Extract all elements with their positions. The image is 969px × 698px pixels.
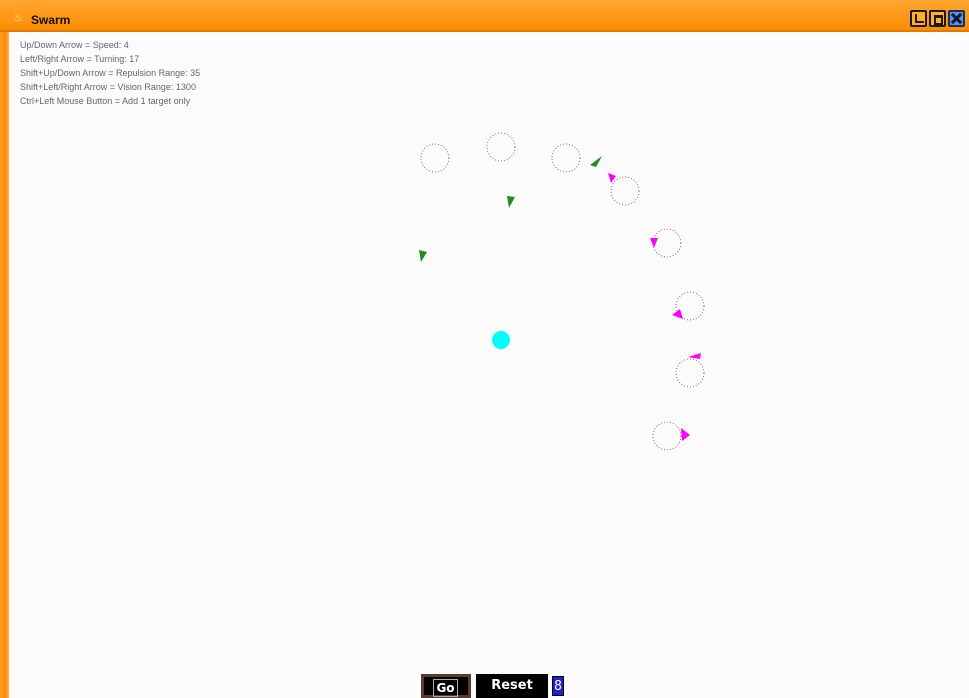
reset-button[interactable]: Reset xyxy=(476,674,548,698)
ring-agent xyxy=(652,421,682,451)
keyboard-help: Up/Down Arrow = Speed: 4 Left/Right Arro… xyxy=(20,38,200,108)
maximize-button[interactable] xyxy=(929,10,946,27)
help-vision: Shift+Left/Right Arrow = Vision Range: 1… xyxy=(20,82,196,92)
target-marker xyxy=(492,331,510,349)
title-bar[interactable]: ♨ Swarm xyxy=(0,0,969,32)
swarm-window: ♨ Swarm Up/Down Arrow = Speed: 4 Left/Ri… xyxy=(0,0,969,698)
help-repulsion: Shift+Up/Down Arrow = Repulsion Range: 3… xyxy=(20,68,201,78)
agent-marker xyxy=(672,309,683,319)
ring-agent xyxy=(610,176,640,206)
agent-marker xyxy=(681,428,690,441)
window-left-border xyxy=(0,32,9,698)
agent-marker xyxy=(419,250,427,262)
agent-marker xyxy=(590,156,602,167)
help-target: Ctrl+Left Mouse Button = Add 1 target on… xyxy=(20,96,191,106)
agent-marker xyxy=(650,238,658,248)
close-button[interactable] xyxy=(948,10,965,27)
go-button-label: Go xyxy=(433,679,458,697)
help-turning: Left/Right Arrow = Turning: 17 xyxy=(20,54,140,64)
control-bar: Go Reset 8 xyxy=(0,674,969,698)
ring-agent xyxy=(551,143,581,173)
agent-marker xyxy=(608,173,616,183)
go-button[interactable]: Go xyxy=(421,674,471,698)
ring-agent xyxy=(675,358,705,388)
minimize-button[interactable] xyxy=(910,10,927,27)
agent-marker xyxy=(507,196,515,208)
ring-agent xyxy=(675,291,705,321)
ring-agent xyxy=(420,143,450,173)
window-title: Swarm xyxy=(31,13,71,27)
agent-count-field[interactable]: 8 xyxy=(552,676,564,696)
java-cup-icon: ♨ xyxy=(13,11,23,24)
help-speed: Up/Down Arrow = Speed: 4 xyxy=(20,40,129,50)
ring-agent xyxy=(652,228,682,258)
ring-agent xyxy=(486,132,516,162)
agent-marker xyxy=(688,353,701,359)
